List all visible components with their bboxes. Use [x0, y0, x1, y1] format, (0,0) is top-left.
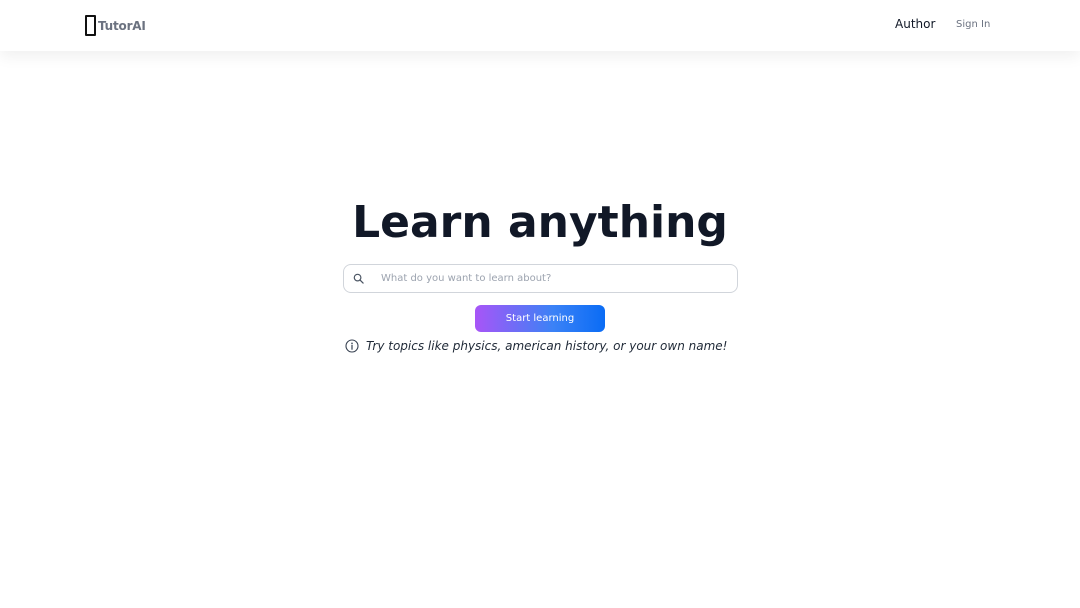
- brand-name: TutorAI: [98, 18, 146, 33]
- hint-text: Try topics like physics, american histor…: [366, 339, 728, 353]
- info-icon: [345, 339, 359, 353]
- start-learning-button[interactable]: Start learning: [475, 305, 605, 332]
- topic-hint: Try topics like physics, american histor…: [345, 339, 727, 353]
- brand-logo-link[interactable]: TutorAI: [85, 15, 146, 36]
- page-title: Learn anything: [352, 197, 728, 248]
- nav-author-link[interactable]: Author: [895, 17, 935, 31]
- search-icon: [353, 273, 364, 284]
- search-field[interactable]: [343, 264, 738, 293]
- logo-icon: [85, 15, 96, 36]
- search-input[interactable]: [381, 269, 721, 288]
- top-nav-bar: TutorAI Author Sign In: [0, 0, 1080, 51]
- sign-in-link[interactable]: Sign In: [956, 19, 990, 30]
